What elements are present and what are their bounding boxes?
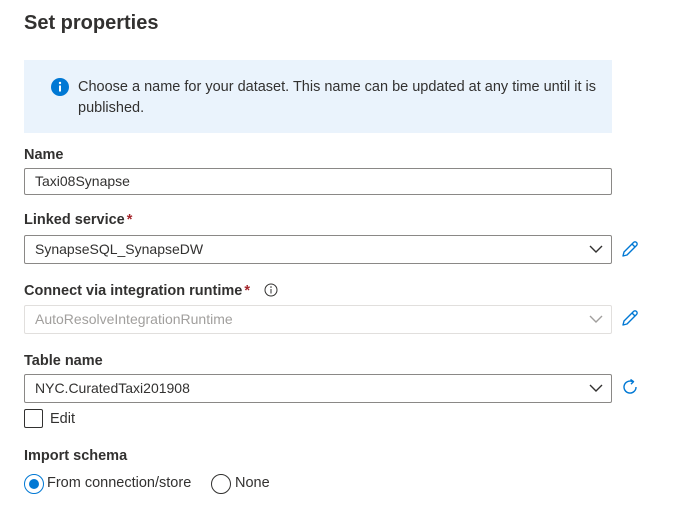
refresh-icon[interactable] (620, 377, 640, 397)
linked-service-dropdown[interactable]: SynapseSQL_SynapseDW (24, 235, 612, 264)
radio-none-label: None (235, 475, 270, 491)
edit-linked-service-icon[interactable] (620, 239, 640, 259)
info-circle-icon (51, 78, 69, 96)
table-name-dropdown[interactable]: NYC.CuratedTaxi201908 (24, 374, 612, 403)
name-input[interactable]: Taxi08Synapse (24, 168, 612, 195)
radio-from-connection[interactable] (24, 474, 44, 494)
edit-checkbox-label: Edit (50, 411, 75, 427)
radio-none[interactable] (211, 474, 231, 494)
linked-service-value: SynapseSQL_SynapseDW (35, 241, 204, 257)
edit-integration-runtime-icon[interactable] (620, 308, 640, 328)
chevron-down-icon (589, 245, 603, 253)
integration-runtime-label: Connect via integration runtime * (24, 283, 278, 299)
chevron-down-icon (589, 384, 603, 392)
required-marker: * (244, 283, 250, 299)
integration-runtime-value: AutoResolveIntegrationRuntime (35, 311, 233, 327)
name-label: Name (24, 147, 64, 163)
info-outline-icon[interactable] (264, 283, 278, 297)
integration-runtime-dropdown: AutoResolveIntegrationRuntime (24, 305, 612, 334)
table-name-label: Table name (24, 353, 103, 369)
info-message-text: Choose a name for your dataset. This nam… (78, 79, 596, 116)
table-name-value: NYC.CuratedTaxi201908 (35, 380, 190, 396)
linked-service-label: Linked service * (24, 212, 133, 228)
radio-from-connection-label: From connection/store (47, 475, 192, 491)
info-message-bar: Choose a name for your dataset. This nam… (24, 60, 612, 133)
page-title: Set properties (24, 12, 159, 34)
required-marker: * (126, 212, 133, 228)
edit-checkbox[interactable] (24, 409, 43, 428)
import-schema-label: Import schema (24, 448, 128, 464)
chevron-down-icon (589, 315, 603, 323)
